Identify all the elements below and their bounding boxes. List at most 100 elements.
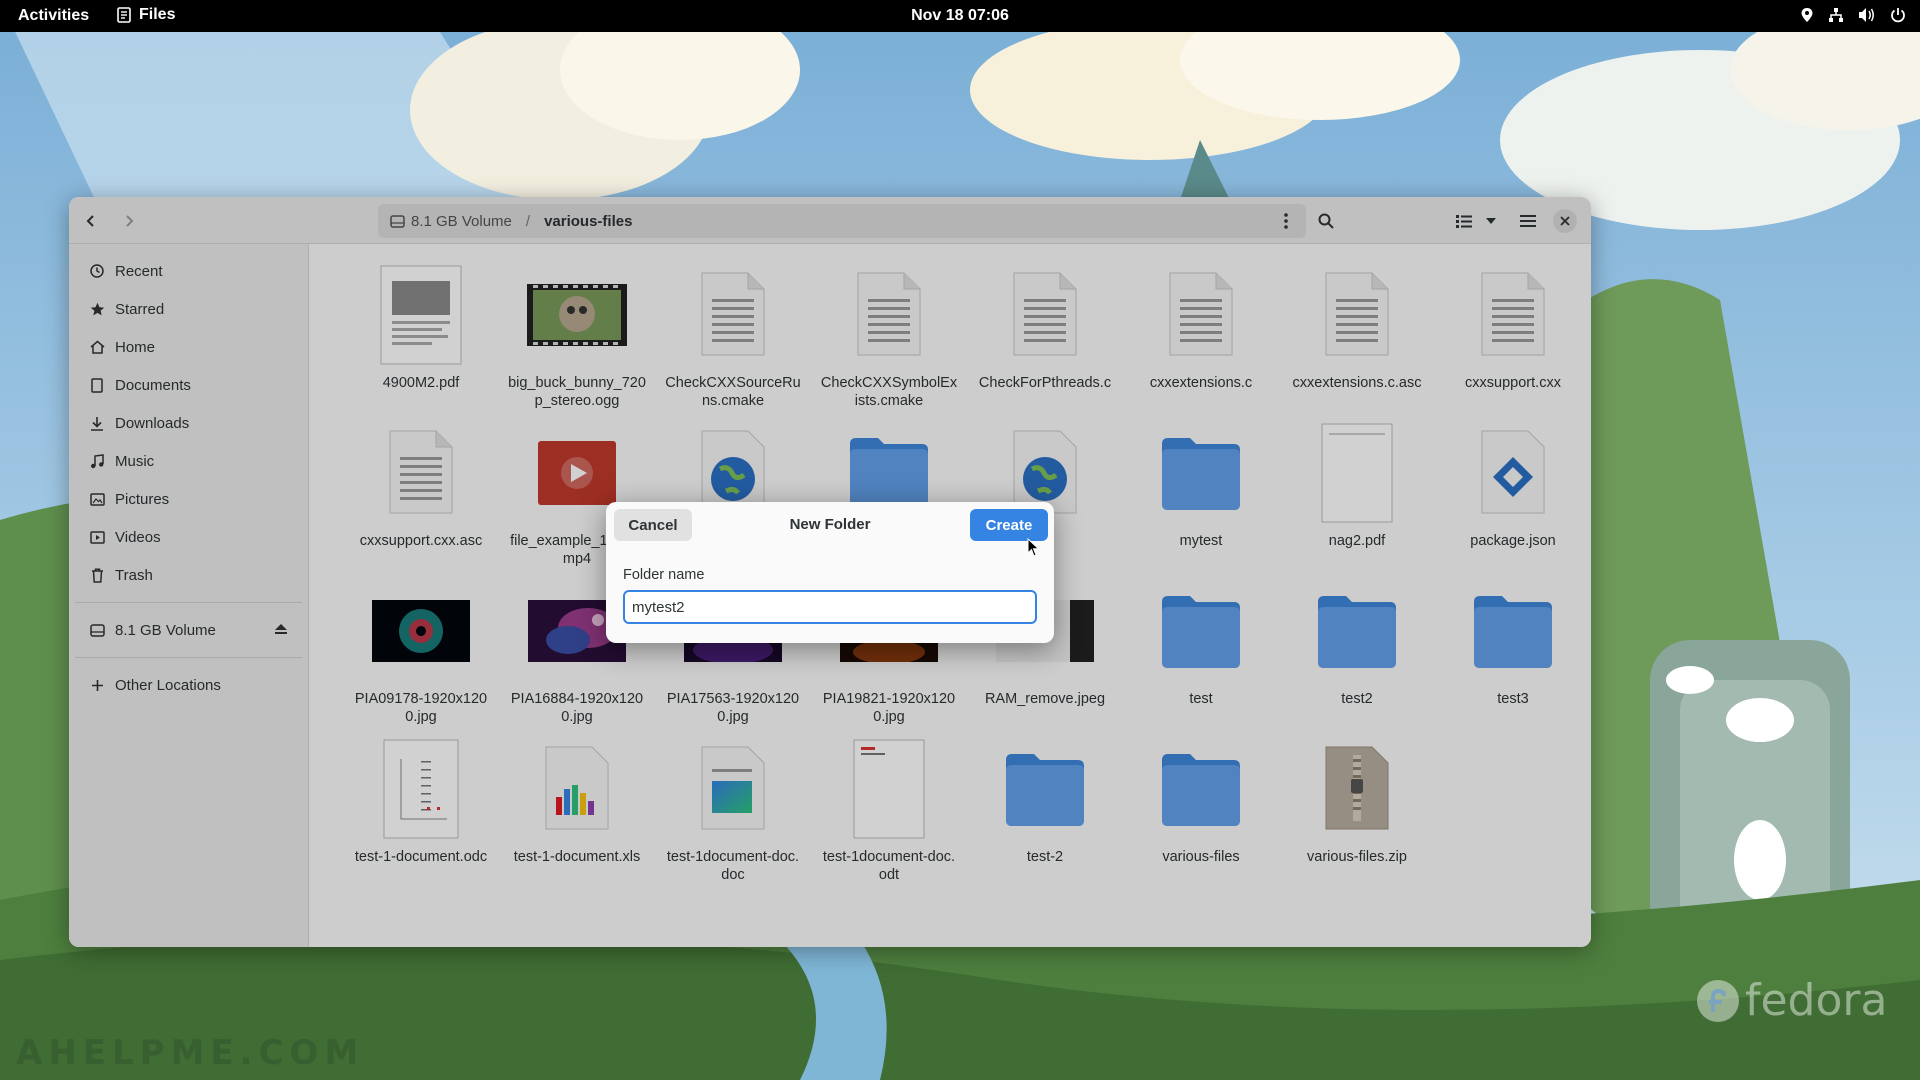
clock-icon [90, 264, 104, 278]
search-icon [1318, 213, 1334, 229]
file-name-label: test-1-document.odc [354, 849, 488, 865]
watermark: AHELPME.COM [16, 1033, 365, 1073]
file-name-label: test2 [1341, 691, 1373, 707]
forward-button[interactable] [113, 205, 145, 237]
search-button[interactable] [1310, 205, 1342, 237]
file-item[interactable]: test-1-document.odc [346, 734, 496, 866]
breadcrumb-volume[interactable]: 8.1 GB Volume [390, 213, 512, 230]
cancel-button[interactable]: Cancel [614, 509, 692, 541]
sidebar-item-home[interactable]: Home [69, 328, 308, 366]
folder-icon [1282, 576, 1432, 686]
file-name-label: cxxsupport.cxx.asc [359, 533, 483, 549]
clock[interactable]: Nov 18 07:06 [911, 7, 1009, 24]
view-options-button[interactable] [1475, 205, 1507, 237]
folder-item[interactable]: test [1126, 576, 1276, 708]
sidebar-item-volume[interactable]: 8.1 GB Volume [69, 611, 308, 649]
plus-icon [91, 679, 103, 691]
videos-icon [89, 530, 105, 544]
download-icon [91, 416, 103, 431]
sidebar-item-pictures[interactable]: Pictures [69, 480, 308, 518]
system-tray[interactable] [1800, 7, 1906, 23]
file-item[interactable]: package.json [1438, 418, 1588, 550]
activities-button[interactable]: Activities [18, 7, 89, 25]
back-button[interactable] [75, 205, 107, 237]
file-name-label: test [1189, 691, 1213, 707]
file-name-label: test-1document-doc.doc [666, 849, 800, 883]
breadcrumb-volume-label: 8.1 GB Volume [411, 212, 512, 230]
sidebar-item-trash[interactable]: Trash [69, 556, 308, 594]
path-menu-button[interactable] [1270, 205, 1302, 237]
chevron-left-icon [86, 215, 94, 227]
archive-file-icon [1282, 734, 1432, 844]
folder-icon [1126, 418, 1276, 528]
file-name-label: CheckCXXSourceRuns.cmake [665, 375, 801, 409]
text-file-icon [346, 418, 496, 528]
text-file-icon [1282, 260, 1432, 370]
breadcrumb-current[interactable]: various-files [544, 213, 632, 230]
file-name-label: test-1-document.xls [513, 849, 641, 865]
drive-icon [89, 623, 105, 637]
sidebar-item-downloads[interactable]: Downloads [69, 404, 308, 442]
sidebar-item-label: Other Locations [115, 676, 221, 694]
folder-item[interactable]: test2 [1282, 576, 1432, 708]
file-item[interactable]: test-1-document.xls [502, 734, 652, 866]
file-item[interactable]: various-files.zip [1282, 734, 1432, 866]
folder-item[interactable]: various-files [1126, 734, 1276, 866]
sidebar-item-label: Documents [115, 376, 191, 394]
file-name-label: various-files [1162, 849, 1240, 865]
sidebar-item-label: Videos [115, 528, 161, 546]
fedora-infinity-icon [1697, 979, 1739, 1022]
create-button[interactable]: Create [970, 509, 1048, 541]
file-item[interactable]: cxxsupport.cxx [1438, 260, 1588, 392]
list-view-icon [1456, 215, 1472, 228]
file-name-label: nag2.pdf [1328, 533, 1386, 549]
close-window-button[interactable] [1553, 209, 1577, 233]
volume-icon [1859, 8, 1874, 22]
file-item[interactable]: CheckForPthreads.c [970, 260, 1120, 392]
sidebar-item-music[interactable]: Music [69, 442, 308, 480]
eject-button[interactable] [274, 622, 288, 639]
file-item[interactable]: big_buck_bunny_720p_stereo.ogg [502, 260, 652, 410]
file-item[interactable]: cxxextensions.c.asc [1282, 260, 1432, 392]
file-item[interactable]: nag2.pdf [1282, 418, 1432, 550]
file-item[interactable]: PIA09178-1920x1200.jpg [346, 576, 496, 726]
file-item[interactable]: CheckCXXSourceRuns.cmake [658, 260, 808, 410]
text-file-icon [1126, 260, 1276, 370]
video-thumbnail-icon [502, 260, 652, 370]
sidebar-item-other-locations[interactable]: Other Locations [69, 666, 308, 704]
file-item[interactable]: 4900M2.pdf [346, 260, 496, 392]
folder-item[interactable]: test-2 [970, 734, 1120, 866]
main-menu-button[interactable] [1512, 205, 1544, 237]
header-bar: 8.1 GB Volume / various-files [69, 197, 1591, 244]
text-file-icon [658, 260, 808, 370]
sidebar-item-label: Recent [115, 262, 163, 280]
app-menu[interactable]: Files [117, 6, 175, 24]
file-item[interactable]: cxxextensions.c [1126, 260, 1276, 392]
file-name-label: CheckCXXSymbolExists.cmake [820, 375, 958, 409]
chevron-right-icon [126, 215, 134, 227]
text-file-icon [1438, 260, 1588, 370]
sidebar-item-starred[interactable]: Starred [69, 290, 308, 328]
json-file-icon [1438, 418, 1588, 528]
file-item[interactable]: CheckCXXSymbolExists.cmake [814, 260, 964, 410]
location-icon [1801, 8, 1813, 22]
folder-icon [1126, 734, 1276, 844]
sidebar-item-label: Music [115, 452, 155, 470]
file-item[interactable]: cxxsupport.cxx.asc [346, 418, 496, 550]
sidebar-item-recent[interactable]: Recent [69, 252, 308, 290]
folder-icon [970, 734, 1120, 844]
spreadsheet-file-icon [502, 734, 652, 844]
home-icon [90, 340, 104, 354]
sidebar-item-videos[interactable]: Videos [69, 518, 308, 556]
file-name-label: package.json [1470, 533, 1556, 549]
file-item[interactable]: test-1document-doc.odt [814, 734, 964, 884]
folder-item[interactable]: test3 [1438, 576, 1588, 708]
star-icon [90, 302, 104, 315]
file-name-label: PIA09178-1920x1200.jpg [354, 691, 488, 725]
folder-item[interactable]: mytest [1126, 418, 1276, 550]
file-name-label: PIA16884-1920x1200.jpg [510, 691, 644, 725]
folder-name-input[interactable] [623, 590, 1037, 624]
folder-icon [1126, 576, 1276, 686]
sidebar-item-documents[interactable]: Documents [69, 366, 308, 404]
file-item[interactable]: test-1document-doc.doc [658, 734, 808, 884]
